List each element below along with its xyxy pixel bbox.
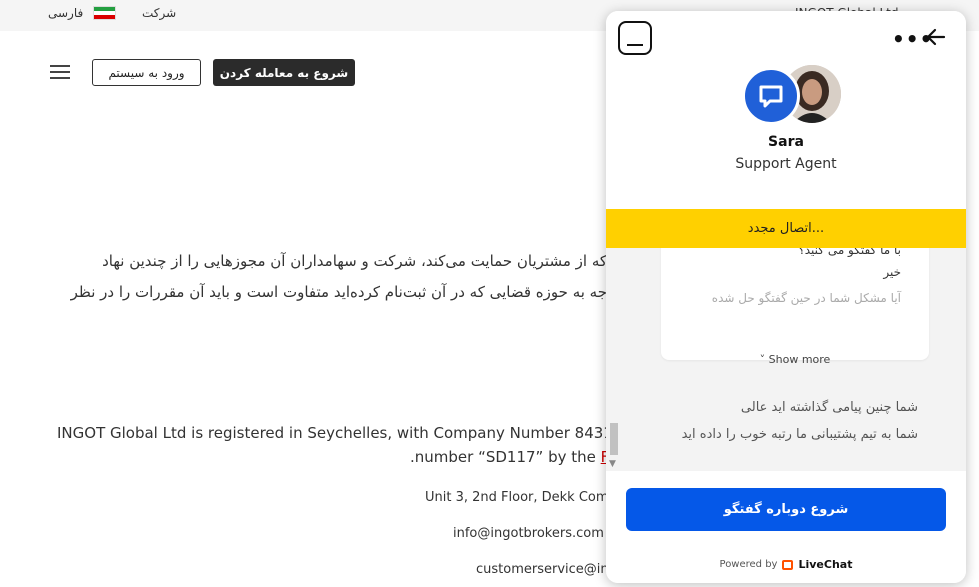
customer-service-email-link[interactable]: customerservice@ing [476,562,617,577]
company-menu-link[interactable]: شرکت [142,6,176,20]
language-label[interactable]: فارسی [48,6,83,20]
registration-text-2: .number “SD117” by the Fin [410,448,622,466]
registration-text: INGOT Global Ltd is registered in Seyche… [57,424,647,442]
login-button[interactable]: ورود به سیستم [92,59,201,86]
reconnecting-banner: اتصال مجدد... [606,209,966,248]
system-message: شما چنین پیامی گذاشته اید عالی [740,400,918,415]
chat-messages: با ما گفتگو می کنید؟ خیر آیا مشکل شما در… [606,209,966,471]
hamburger-menu-icon[interactable] [50,65,70,79]
minimize-icon[interactable] [618,21,652,55]
survey-card: با ما گفتگو می کنید؟ خیر آیا مشکل شما در… [661,229,929,366]
survey-answer: خیر [883,265,901,279]
agent-name: Sara [768,134,804,150]
page: فارسی شرکت INGOT Global Ltd ورود به سیست… [0,0,979,587]
restart-chat-button[interactable]: شروع دوباره گفتگو [626,488,946,531]
scroll-down-arrow-icon[interactable]: ▼ [609,459,616,469]
system-message: شما به تیم پشتیبانی ما رتبه خوب را داده … [681,427,918,442]
language-switcher[interactable]: فارسی [48,6,117,20]
registration-number-text: .number “SD117” by the [410,448,601,466]
address-text: Unit 3, 2nd Floor, Dekk Com [425,490,609,505]
livechat-brand-name: LiveChat [798,558,853,571]
email-link[interactable]: info@ingotbrokers.com [453,526,604,541]
powered-by[interactable]: Powered by LiveChat [606,558,966,571]
powered-by-label: Powered by [719,559,778,570]
paragraph-line: جه به حوزه قضایی که در آن ثبت‌نام کرده‌ا… [70,283,607,301]
scrollbar-thumb[interactable] [610,423,618,455]
paragraph-line: که از مشتریان حمایت می‌کند، شرکت و سهامد… [102,252,607,270]
livechat-widget: ••• Sara Support Agent با ما گفتگو می کن… [606,11,966,583]
livechat-brand-icon [782,559,794,570]
chat-scrollbar[interactable]: ▼ [606,415,622,471]
chat-footer: شروع دوباره گفتگو Powered by LiveChat [606,471,966,583]
show-more-label: Show more [768,353,831,366]
agent-role: Support Agent [735,156,837,172]
chevron-down-icon: ˅ [759,353,766,366]
show-more-button[interactable]: ˅ Show more [661,353,929,366]
start-trading-button[interactable]: شروع به معامله کردن [213,59,355,86]
survey-question: آیا مشکل شما در حین گفتگو حل شده [711,291,901,305]
chat-header: ••• Sara Support Agent [606,11,966,209]
back-arrow-icon[interactable] [924,25,948,49]
iran-flag-icon [93,6,117,20]
livechat-logo-icon [742,67,800,125]
